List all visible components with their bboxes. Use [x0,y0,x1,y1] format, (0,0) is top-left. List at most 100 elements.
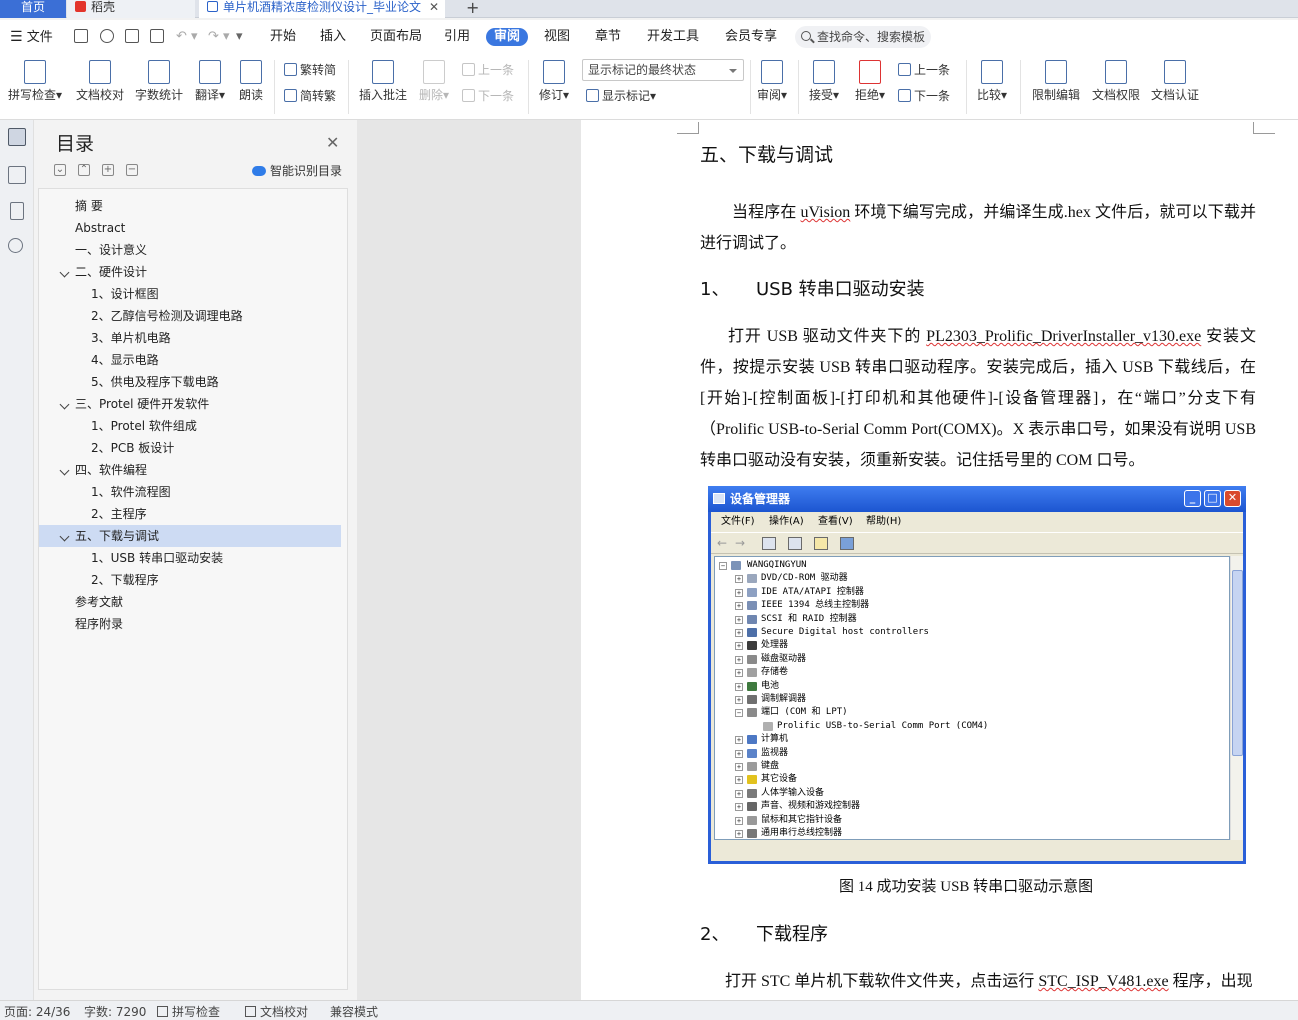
trad-to-simp-label: 繁转简 [300,63,337,77]
delete-comment-button[interactable]: 删除▾ [416,54,452,102]
review-ribbon: 拼写检查▾ 文档校对 字数统计 翻译▾ 朗读 繁转简 简转繁 插入批注 删除▾ … [0,54,1298,120]
toc-item[interactable]: 4、显示电路 [39,349,341,371]
next-comment-button[interactable]: 下一条 [462,88,514,104]
print-preview-icon[interactable] [150,29,164,43]
bookmark-icon[interactable] [10,202,24,220]
menu-developer[interactable]: 开发工具 [647,29,699,45]
toc-item[interactable]: 1、USB 转串口驱动安装 [39,547,341,569]
toc-item[interactable]: 程序附录 [39,613,341,635]
read-aloud-label: 朗读 [238,88,263,102]
word-count-label: 字数统计 [134,88,183,102]
restrict-editing-button[interactable]: 限制编辑 [1030,54,1082,102]
format-painter-icon[interactable] [100,29,114,43]
track-changes-button[interactable]: 修订▾ [536,54,572,102]
toc-item-label: 四、软件编程 [75,463,148,477]
toc-panel-icon[interactable] [8,128,26,146]
device-icon [747,654,757,664]
toc-item-selected[interactable]: 五、下载与调试 [39,525,341,547]
trad-to-simp-button[interactable]: 繁转简 [284,62,336,78]
compare-button[interactable]: 比较▾ [974,54,1010,102]
show-markup-button[interactable]: 显示标记▾ [586,88,656,104]
collapse-all-icon[interactable]: ⌄ [54,164,66,176]
toc-item[interactable]: 三、Protel 硬件开发软件 [39,393,341,415]
tab-daoke[interactable]: 稻壳 [67,0,195,18]
toc-item[interactable]: 2、乙醇信号检测及调理电路 [39,305,341,327]
expand-all-icon[interactable]: ⌃ [78,164,90,176]
toc-item[interactable]: 5、供电及程序下载电路 [39,371,341,393]
search-icon[interactable] [8,238,23,253]
delete-comment-label: 删除 [418,88,443,102]
chapter-nav-icon[interactable] [8,166,26,184]
customize-chevron-icon[interactable]: ▾ [236,29,243,45]
smart-toc-button[interactable]: 智能识别目录 [252,163,342,179]
device-icon [747,829,757,838]
undo-icon[interactable]: ↶ ▾ [176,29,198,45]
save-icon[interactable] [74,29,88,43]
prev-change-button[interactable]: 上一条 [898,62,950,78]
toc-item[interactable]: 一、设计意义 [39,239,341,261]
chevron-down-icon[interactable] [59,465,70,476]
page-indicator[interactable]: 页面: 24/36 [4,1005,70,1019]
doc-certify-button[interactable]: 文档认证 [1149,54,1201,102]
read-aloud-button[interactable]: 朗读 [236,54,266,102]
chevron-down-icon[interactable] [59,267,70,278]
word-count-button[interactable]: 字数统计 [133,54,185,102]
add-heading-icon[interactable]: + [102,164,114,176]
prev-change-label: 上一条 [914,63,951,77]
next-change-button[interactable]: 下一条 [898,88,950,104]
help-icon [814,537,828,550]
word-count[interactable]: 字数: 7290 [84,1005,146,1019]
markup-mode-select[interactable]: 显示标记的最终状态 [582,59,744,81]
review-pane-button[interactable]: 审阅▾ [754,54,790,102]
simp-to-trad-button[interactable]: 简转繁 [284,88,336,104]
toc-item[interactable]: 2、下载程序 [39,569,341,591]
doc-permission-button[interactable]: 文档权限 [1090,54,1142,102]
insert-comment-button[interactable]: 插入批注 [357,54,409,102]
reject-button[interactable]: 拒绝▾ [852,54,888,102]
menu-chapter[interactable]: 章节 [595,29,621,45]
menu-view[interactable]: 视图 [544,29,570,45]
tree-item-label: 通用串行总线控制器 [761,828,843,838]
menu-page-layout[interactable]: 页面布局 [370,29,422,45]
subheading: USB 转串口驱动安装 [756,279,925,300]
menu-start[interactable]: 开始 [270,29,296,45]
close-icon[interactable]: ✕ [326,134,339,152]
toc-item[interactable]: 2、主程序 [39,503,341,525]
search-icon [801,31,811,41]
prev-comment-button[interactable]: 上一条 [462,62,514,78]
spell-check-button[interactable]: 拼写检查▾ [6,54,64,102]
toc-item[interactable]: 参考文献 [39,591,341,613]
new-tab-button[interactable]: + [458,0,487,18]
toc-item[interactable]: 1、设计框图 [39,283,341,305]
toc-item[interactable]: Abstract [39,217,341,239]
tab-home[interactable]: 首页 [0,0,66,18]
back-arrow-icon: ← [717,536,728,550]
tab-document[interactable]: 单片机酒精浓度检测仪设计_毕业论文 ✕ [199,0,445,18]
status-doc-proofread[interactable]: 文档校对 [245,1005,308,1019]
figure-caption: 图 14 成功安装 USB 转串口驱动示意图 [839,879,1094,895]
toc-item[interactable]: 2、PCB 板设计 [39,437,341,459]
toc-item[interactable]: 摘 要 [39,195,341,217]
toc-item[interactable]: 1、Protel 软件组成 [39,415,341,437]
translate-button[interactable]: 翻译▾ [192,54,228,102]
close-tab-icon[interactable]: ✕ [429,0,439,14]
file-menu[interactable]: ☰ 文件 [10,29,53,46]
accept-button[interactable]: 接受▾ [806,54,842,102]
status-spell-check[interactable]: 拼写检查 [157,1005,220,1019]
menu-references[interactable]: 引用 [444,29,470,45]
menu-insert[interactable]: 插入 [320,29,346,45]
section-heading: 五、下载与调试 [700,144,834,166]
menu-membership[interactable]: 会员专享 [725,29,777,45]
command-search[interactable]: 查找命令、搜索模板 [795,26,931,48]
doc-proofread-button[interactable]: 文档校对 [74,54,126,102]
redo-icon[interactable]: ↷ ▾ [208,29,230,45]
remove-heading-icon[interactable]: − [126,164,138,176]
menu-review[interactable]: 审阅 [486,28,529,46]
toc-item[interactable]: 四、软件编程 [39,459,341,481]
toc-item[interactable]: 二、硬件设计 [39,261,341,283]
toc-item[interactable]: 1、软件流程图 [39,481,341,503]
toc-item[interactable]: 3、单片机电路 [39,327,341,349]
print-icon[interactable] [125,29,139,43]
chevron-down-icon[interactable] [59,531,70,542]
chevron-down-icon[interactable] [59,399,70,410]
